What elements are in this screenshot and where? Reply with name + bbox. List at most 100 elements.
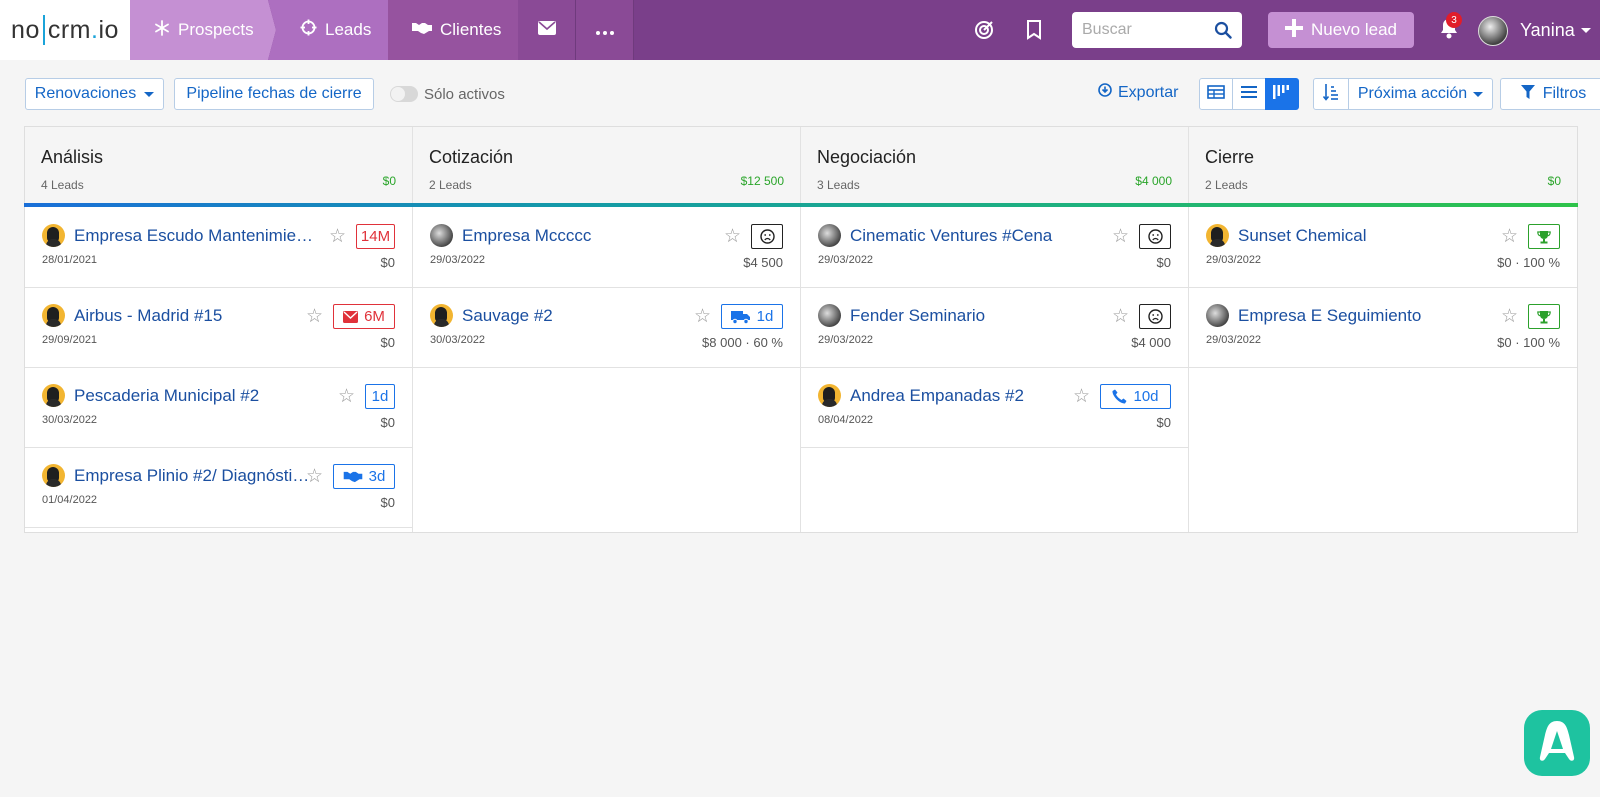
help-chat-button[interactable]	[1524, 710, 1590, 776]
pipeline-button[interactable]: Pipeline fechas de cierre	[174, 78, 374, 110]
export-link[interactable]: Exportar	[1098, 83, 1178, 102]
column-total-amount: $12 500	[740, 174, 784, 188]
owner-avatar	[430, 224, 453, 247]
lead-amount: $0	[380, 495, 395, 510]
star-icon[interactable]: ☆	[1073, 387, 1090, 406]
lead-card[interactable]: Sauvage #2 30/03/2022 $8 000 · 60 % ☆ 1d	[413, 288, 800, 368]
pipeline-view-button[interactable]	[1265, 78, 1299, 110]
star-icon[interactable]: ☆	[306, 307, 323, 326]
pipeline-board: Análisis 4 Leads $0 Empresa Escudo Mantenim…	[24, 126, 1578, 533]
next-action-tag[interactable]	[1528, 304, 1560, 329]
new-lead-label: Nuevo lead	[1310, 20, 1397, 39]
search-input[interactable]	[1072, 12, 1202, 48]
star-icon[interactable]: ☆	[1112, 227, 1129, 246]
lead-card[interactable]: Empresa Escudo Mantenimiento 28/01/2021 $0…	[25, 208, 412, 288]
envelope-icon	[343, 310, 359, 323]
star-icon[interactable]: ☆	[1112, 307, 1129, 326]
plus-icon	[1284, 18, 1303, 42]
next-action-tag[interactable]: 14M	[356, 224, 395, 249]
lead-date: 29/09/2021	[42, 334, 98, 346]
next-action-label: 3d	[368, 468, 386, 485]
star-icon[interactable]: ☆	[694, 307, 711, 326]
sort-control: Próxima acción	[1313, 78, 1493, 110]
sort-direction-button[interactable]	[1313, 78, 1349, 110]
column-total-amount: $0	[382, 174, 396, 188]
lead-date: 01/04/2022	[42, 494, 98, 506]
owner-avatar	[818, 304, 841, 327]
star-icon[interactable]: ☆	[724, 227, 741, 246]
lead-name-link[interactable]: Cinematic Ventures #Cena	[850, 226, 1090, 246]
lead-amount: $0	[1156, 255, 1171, 270]
download-circle-icon	[1098, 83, 1112, 102]
nav-more[interactable]	[576, 0, 634, 60]
pipeline-label: Pipeline fechas de cierre	[186, 85, 362, 102]
filters-button[interactable]: Filtros	[1500, 78, 1600, 110]
table-view-button[interactable]	[1199, 78, 1233, 110]
nav-clientes[interactable]: Clientes	[388, 0, 518, 60]
next-action-label: 10d	[1133, 388, 1159, 405]
next-action-tag[interactable]	[751, 224, 783, 249]
lead-card[interactable]: Pescaderia Municipal #2 30/03/2022 $0 ☆ 1d	[25, 368, 412, 448]
owner-avatar	[430, 304, 453, 327]
lead-card[interactable]: Airbus - Madrid #15 29/09/2021 $0 ☆ 6M	[25, 288, 412, 368]
user-avatar[interactable]	[1478, 16, 1508, 46]
list-view-button[interactable]	[1232, 78, 1266, 110]
lead-card[interactable]: Andrea Empanadas #2 08/04/2022 $0 ☆ 10d	[801, 368, 1188, 448]
trophy-icon	[1537, 230, 1551, 244]
user-menu[interactable]: Yanina	[1520, 20, 1591, 41]
lead-amount: $8 000 · 60 %	[702, 335, 783, 350]
star-icon[interactable]: ☆	[1501, 227, 1518, 246]
nav-mail[interactable]	[518, 0, 576, 60]
search-icon[interactable]	[1214, 21, 1232, 44]
view-switcher	[1199, 78, 1299, 110]
solo-activos-toggle[interactable]	[390, 86, 418, 102]
next-action-tag[interactable]	[1528, 224, 1560, 249]
target-goal-icon[interactable]	[972, 18, 996, 42]
star-icon[interactable]: ☆	[338, 387, 355, 406]
snowflake-icon	[154, 19, 170, 41]
lead-name-link[interactable]: Empresa Plinio #2/ Diagnóstic...	[74, 466, 314, 486]
next-action-tag[interactable]: 6M	[333, 304, 395, 329]
star-icon[interactable]: ☆	[329, 227, 346, 246]
lead-card[interactable]: Sunset Chemical 29/03/2022 $0 · 100 % ☆	[1189, 208, 1577, 288]
next-action-tag[interactable]: 1d	[721, 304, 783, 329]
column-lead-count: 2 Leads	[1205, 178, 1248, 192]
renovaciones-dropdown[interactable]: Renovaciones	[25, 78, 164, 110]
next-action-tag[interactable]: 3d	[333, 464, 395, 489]
lead-card[interactable]: Cinematic Ventures #Cena 29/03/2022 $0 ☆	[801, 208, 1188, 288]
logo-dot: .	[91, 15, 99, 44]
new-lead-button[interactable]: Nuevo lead	[1268, 12, 1414, 48]
lead-card[interactable]: Empresa Mccccc 29/03/2022 $4 500 ☆	[413, 208, 800, 288]
next-action-tag[interactable]: 1d	[365, 384, 395, 409]
lead-name-link[interactable]: Sunset Chemical	[1238, 226, 1478, 246]
column-header: Negociación 3 Leads $4 000	[801, 127, 1188, 204]
lead-card[interactable]: Empresa E Seguimiento 29/03/2022 $0 · 100 …	[1189, 288, 1577, 368]
next-action-tag[interactable]	[1139, 224, 1171, 249]
truck-icon	[730, 310, 751, 324]
lead-name-link[interactable]: Empresa E Seguimiento	[1238, 306, 1478, 326]
lead-name-link[interactable]: Andrea Empanadas #2	[850, 386, 1090, 406]
envelope-icon	[537, 20, 556, 40]
sort-field-dropdown[interactable]: Próxima acción	[1349, 78, 1493, 110]
lead-name-link[interactable]: Fender Seminario	[850, 306, 1090, 326]
star-icon[interactable]: ☆	[1501, 307, 1518, 326]
nav-clientes-label: Clientes	[440, 20, 502, 39]
bookmark-icon[interactable]	[1022, 18, 1046, 42]
next-action-tag[interactable]: 10d	[1100, 384, 1171, 409]
lead-card[interactable]: Fender Seminario 29/03/2022 $4 000 ☆	[801, 288, 1188, 368]
nav-leads[interactable]: Leads	[268, 0, 388, 60]
sad-face-icon	[759, 229, 775, 244]
phone-icon	[1112, 389, 1127, 404]
lead-card[interactable]: Empresa Plinio #2/ Diagnóstic... 01/04/20…	[25, 448, 412, 528]
lead-name-link[interactable]: Pescaderia Municipal #2	[74, 386, 314, 406]
next-action-tag[interactable]	[1139, 304, 1171, 329]
lead-name-link[interactable]: Empresa Mccccc	[462, 226, 702, 246]
lead-name-link[interactable]: Empresa Escudo Mantenimiento	[74, 226, 314, 246]
lead-name-link[interactable]: Airbus - Madrid #15	[74, 306, 314, 326]
star-icon[interactable]: ☆	[306, 467, 323, 486]
nocrm-logo[interactable]: no crm. io	[0, 0, 130, 60]
lead-amount: $0 · 100 %	[1497, 255, 1560, 270]
owner-avatar	[1206, 224, 1229, 247]
lead-name-link[interactable]: Sauvage #2	[462, 306, 702, 326]
nav-prospects[interactable]: Prospects	[130, 0, 276, 60]
